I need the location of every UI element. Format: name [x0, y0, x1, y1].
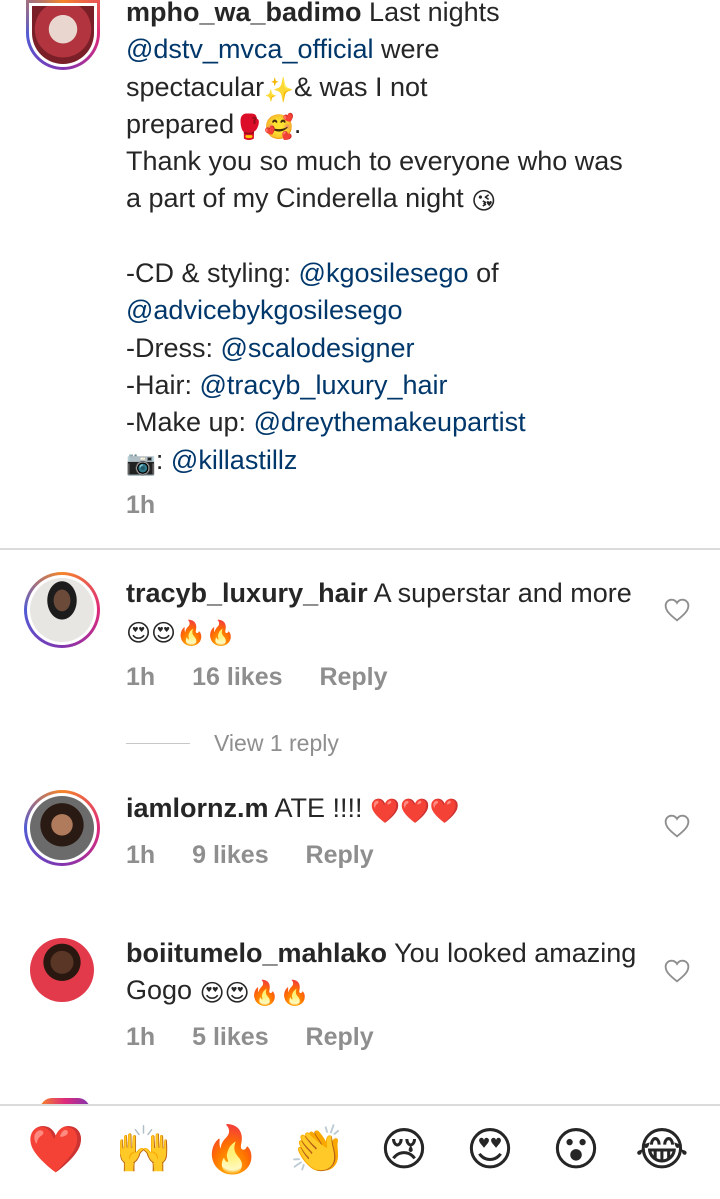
caption-line: -Make up: @dreythemakeupartist [126, 404, 686, 441]
post-caption: mpho_wa_badimo Last nights @dstv_mvca_off… [126, 0, 686, 524]
caption-text: -Hair: [126, 369, 200, 400]
view-replies[interactable]: View 1 reply [126, 728, 339, 758]
caption-line: -Dress: @scalodesigner [126, 330, 686, 367]
mention-link[interactable]: @tracyb_luxury_hair [200, 370, 448, 400]
divider [0, 548, 720, 550]
reply-button[interactable]: Reply [306, 1023, 374, 1051]
mention-link[interactable]: @kgosilesego [299, 258, 469, 288]
comment-likes[interactable]: 9 likes [192, 841, 268, 869]
quick-reactions-bar: ❤️ 🙌 🔥 👏 😢 😍 😮 😂 [0, 1104, 720, 1199]
comment-emojis: ❤️❤️❤️ [370, 798, 460, 825]
post-meta: 1h [126, 487, 686, 524]
avatar-photo [30, 938, 94, 1002]
comment-emojis: 😍😍🔥🔥 [126, 620, 236, 647]
caption-lines: mpho_wa_badimo Last nights @dstv_mvca_off… [126, 0, 686, 479]
caption-text: & was I not [293, 71, 428, 102]
comment-text: ATE !!!! [274, 793, 363, 823]
raising-hands-icon[interactable]: 🙌 [114, 1126, 174, 1172]
reply-button[interactable]: Reply [319, 663, 387, 691]
caption-text: spectacular [126, 71, 265, 102]
caption-text: Last nights [369, 0, 500, 27]
comment-body: boiitumelo_mahlako You looked amazing Go… [126, 935, 646, 1056]
reply-button[interactable]: Reply [306, 841, 374, 869]
post-author-avatar[interactable] [26, 0, 100, 70]
mention-link[interactable]: @advicebykgosilesego [126, 295, 403, 325]
mention-link[interactable]: @dreythemakeupartist [254, 407, 526, 437]
caption-line [126, 218, 686, 255]
mention-link[interactable]: @killastillz [171, 445, 297, 475]
like-heart-icon[interactable] [664, 814, 690, 838]
like-heart-icon[interactable] [664, 598, 690, 622]
reply-line [126, 742, 190, 744]
caption-text: prepared [126, 108, 235, 139]
comment-meta: 1h 9 likes Reply [126, 837, 646, 874]
heart-eyes-icon[interactable]: 😍 [460, 1126, 520, 1172]
caption-text: : [155, 444, 171, 475]
mention-link[interactable]: @scalodesigner [221, 333, 415, 363]
commenter-avatar[interactable] [30, 938, 94, 1002]
caption-emoji: ✨ [264, 76, 294, 104]
comment-username[interactable]: iamlornz.m [126, 793, 269, 823]
caption-line: @dstv_mvca_official were [126, 31, 686, 68]
comment-username[interactable]: tracyb_luxury_hair [126, 578, 368, 608]
caption-line: spectacular✨& was I not [126, 69, 686, 106]
caption-text: a part of my Cinderella night [126, 183, 472, 214]
comment-meta: 1h 5 likes Reply [126, 1019, 646, 1056]
avatar-photo [30, 796, 94, 860]
comment-body: iamlornz.m ATE !!!! ❤️❤️❤️ 1h 9 likes Re… [126, 790, 646, 874]
caption-line: Thank you so much to everyone who was [126, 143, 686, 180]
surprised-face-icon[interactable]: 😮 [546, 1126, 606, 1172]
caption-emoji: 🥊 [234, 113, 264, 141]
caption-line: prepared🥊🥰. [126, 106, 686, 143]
avatar-photo [32, 6, 94, 64]
caption-text: -Dress: [126, 332, 221, 363]
view-replies-label: View 1 reply [214, 729, 339, 756]
tears-of-joy-icon[interactable]: 😂 [632, 1126, 692, 1172]
comment-time: 1h [126, 1023, 156, 1051]
comment-time: 1h [126, 841, 156, 869]
comment-body: tracyb_luxury_hair A superstar and more 😍… [126, 575, 646, 696]
caption-line: @advicebykgosilesego [126, 292, 686, 329]
crying-face-icon[interactable]: 😢 [374, 1126, 434, 1172]
caption-text: -Make up: [126, 407, 254, 438]
caption-text: . [293, 108, 302, 139]
caption-text: Thank you so much to everyone who was [126, 146, 623, 177]
caption-text: -CD & styling: [126, 258, 299, 289]
commenter-avatar[interactable] [24, 790, 100, 866]
like-heart-icon[interactable] [664, 959, 690, 983]
clapping-hands-icon[interactable]: 👏 [288, 1126, 348, 1172]
caption-line: 📷: @killastillz [126, 442, 686, 479]
caption-text: of [468, 258, 499, 289]
comment-likes[interactable]: 16 likes [192, 663, 282, 691]
caption-line: a part of my Cinderella night 😘 [126, 180, 686, 217]
commenter-avatar[interactable] [24, 572, 100, 648]
caption-emoji: 😘 [471, 188, 497, 216]
comment-likes[interactable]: 5 likes [192, 1023, 268, 1051]
comment-time: 1h [126, 663, 156, 691]
caption-line: -CD & styling: @kgosilesego of [126, 255, 686, 292]
caption-text: were [373, 34, 440, 65]
caption-emoji: 📷 [126, 449, 156, 477]
comment-text: A superstar and more [373, 578, 632, 608]
comment-username[interactable]: boiitumelo_mahlako [126, 938, 387, 968]
red-heart-icon[interactable]: ❤️ [26, 1126, 86, 1172]
comment-emojis: 😍😍🔥🔥 [199, 980, 310, 1007]
mention-link[interactable]: @dstv_mvca_official [126, 34, 374, 64]
avatar-photo [30, 578, 94, 642]
caption-line: mpho_wa_badimo Last nights [126, 0, 686, 31]
post-username[interactable]: mpho_wa_badimo [126, 0, 369, 27]
fire-icon[interactable]: 🔥 [202, 1126, 262, 1172]
post-time: 1h [126, 490, 156, 519]
caption-emoji: 🥰 [263, 113, 294, 141]
caption-line: -Hair: @tracyb_luxury_hair [126, 367, 686, 404]
comment-meta: 1h 16 likes Reply [126, 659, 646, 696]
